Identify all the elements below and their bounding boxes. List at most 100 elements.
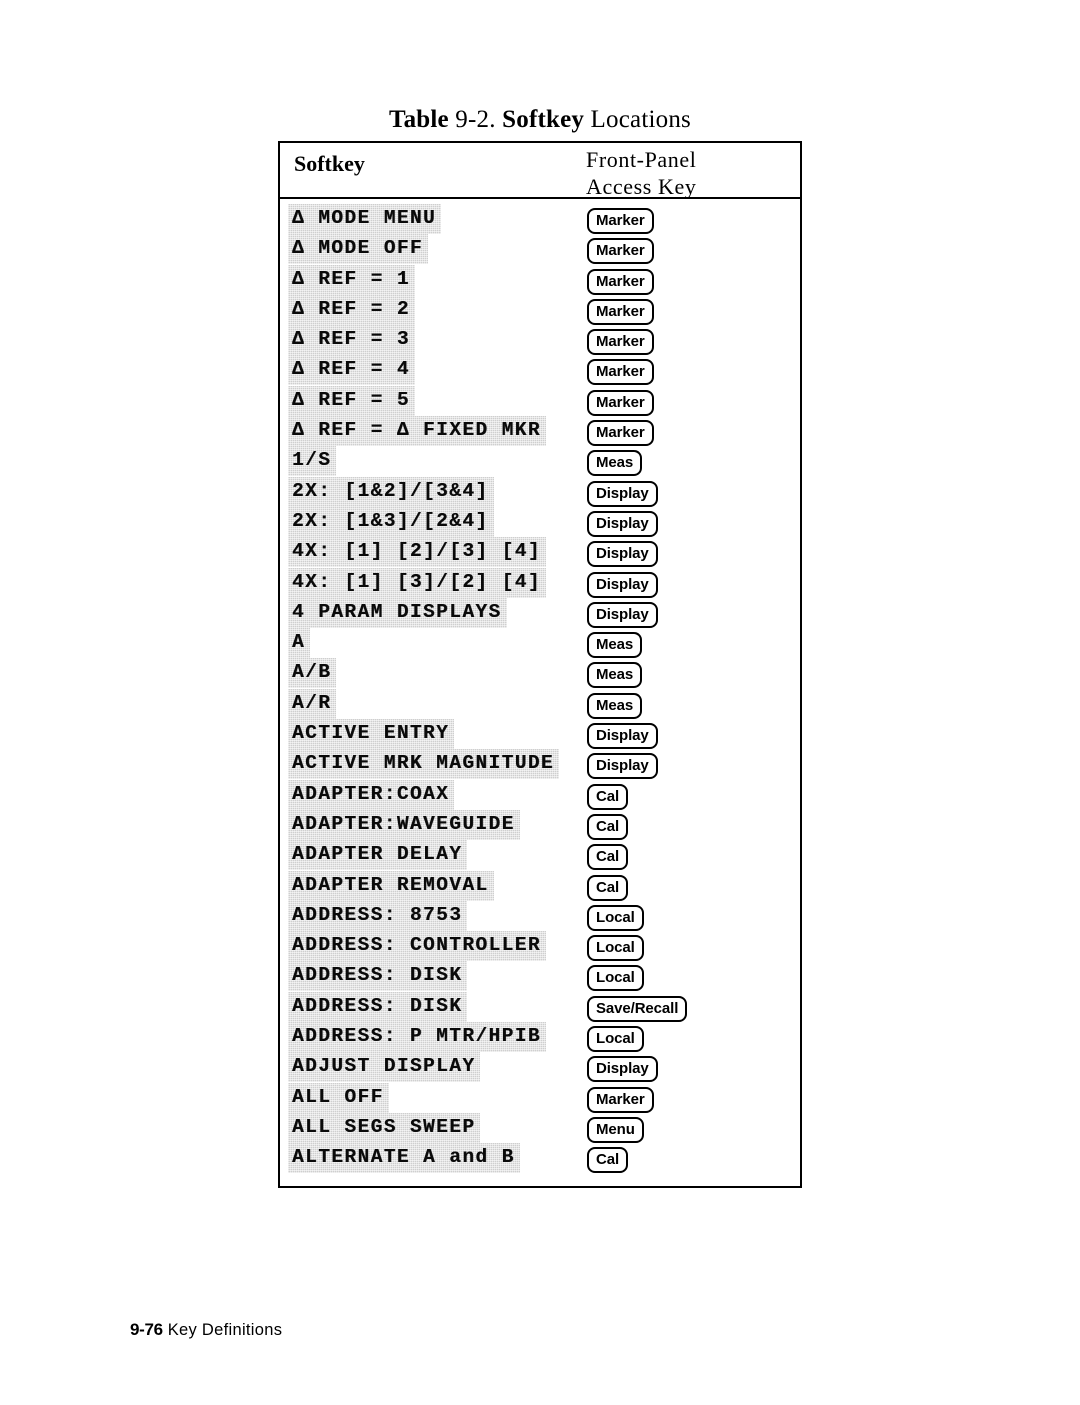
softkey-label[interactable]: Δ REF = 1 xyxy=(288,265,415,295)
softkey-cell: ADDRESS: DISK xyxy=(288,961,467,991)
access-key-cell: Meas xyxy=(587,450,643,477)
softkey-label[interactable]: 2X: [1&3]/[2&4] xyxy=(288,507,494,537)
softkey-label[interactable]: ADDRESS: DISK xyxy=(288,961,467,991)
front-panel-key-button[interactable]: Marker xyxy=(587,329,654,356)
softkey-label[interactable]: ADAPTER DELAY xyxy=(288,840,467,870)
softkey-label[interactable]: Δ MODE MENU xyxy=(288,204,441,234)
softkey-label[interactable]: ADAPTER:COAX xyxy=(288,780,454,810)
table-row: 2X: [1&2]/[3&4] Display xyxy=(280,477,800,507)
softkey-cell: ALL SEGS SWEEP xyxy=(288,1113,480,1143)
front-panel-key-button[interactable]: Display xyxy=(587,571,658,598)
softkey-label[interactable]: ADDRESS: DISK xyxy=(288,992,467,1022)
front-panel-key-button[interactable]: Marker xyxy=(587,298,654,325)
softkey-label[interactable]: 2X: [1&2]/[3&4] xyxy=(288,477,494,507)
softkey-label[interactable]: Δ MODE OFF xyxy=(288,234,428,264)
softkey-label[interactable]: Δ REF = Δ FIXED MKR xyxy=(288,416,546,446)
softkey-cell: ACTIVE ENTRY xyxy=(288,719,454,749)
front-panel-key-button[interactable]: Local xyxy=(587,904,644,931)
front-panel-key-button[interactable]: Cal xyxy=(587,783,629,810)
softkey-label[interactable]: 4 PARAM DISPLAYS xyxy=(288,598,507,628)
softkey-label[interactable]: ADAPTER:WAVEGUIDE xyxy=(288,810,520,840)
table-row: Δ REF = 4 Marker xyxy=(280,355,800,386)
front-panel-key-button[interactable]: Cal xyxy=(587,844,629,871)
access-key-cell: Marker xyxy=(587,298,654,325)
softkey-label[interactable]: 4X: [1] [3]/[2] [4] xyxy=(288,568,546,598)
softkey-label[interactable]: Δ REF = 5 xyxy=(288,386,415,416)
front-panel-key-button[interactable]: Cal xyxy=(587,1147,629,1174)
table-row: ADAPTER REMOVAL Cal xyxy=(280,871,800,901)
front-panel-key-button[interactable]: Display xyxy=(587,753,658,780)
softkey-label[interactable]: ADDRESS: CONTROLLER xyxy=(288,931,546,961)
softkey-label[interactable]: 1/S xyxy=(288,446,336,476)
softkey-label[interactable]: A xyxy=(288,628,310,658)
access-key-cell: Display xyxy=(587,753,658,780)
softkey-label[interactable]: ALTERNATE A and B xyxy=(288,1143,520,1173)
softkey-label[interactable]: ACTIVE MRK MAGNITUDE xyxy=(288,749,559,779)
access-key-cell: Display xyxy=(587,510,658,537)
front-panel-key-button[interactable]: Display xyxy=(587,510,658,537)
front-panel-key-button[interactable]: Menu xyxy=(587,1116,644,1143)
softkey-label[interactable]: 4X: [1] [2]/[3] [4] xyxy=(288,537,546,567)
table-row: 4X: [1] [2]/[3] [4] Display xyxy=(280,537,800,568)
front-panel-key-button[interactable]: Marker xyxy=(587,420,654,447)
table-row: A/R Meas xyxy=(280,689,800,719)
front-panel-key-button[interactable]: Display xyxy=(587,541,658,568)
table-row: Δ MODE MENU Marker xyxy=(280,204,800,234)
access-key-cell: Cal xyxy=(587,844,629,871)
front-panel-key-button[interactable]: Meas xyxy=(587,450,643,477)
table-row: Δ REF = 3 Marker xyxy=(280,325,800,356)
front-panel-key-button[interactable]: Display xyxy=(587,1056,658,1083)
front-panel-key-button[interactable]: Cal xyxy=(587,813,629,840)
access-key-cell: Cal xyxy=(587,813,629,840)
front-panel-key-button[interactable]: Local xyxy=(587,1026,644,1053)
table-row: Δ REF = 1 Marker xyxy=(280,265,800,295)
front-panel-key-button[interactable]: Meas xyxy=(587,662,643,689)
softkey-cell: Δ REF = 4 xyxy=(288,355,415,385)
softkey-label[interactable]: Δ REF = 2 xyxy=(288,295,415,325)
softkey-label[interactable]: ADDRESS: P MTR/HPIB xyxy=(288,1022,546,1052)
softkey-cell: Δ REF = 3 xyxy=(288,325,415,355)
front-panel-key-button[interactable]: Marker xyxy=(587,268,654,295)
softkey-label[interactable]: ADDRESS: 8753 xyxy=(288,901,467,931)
softkey-cell: 2X: [1&3]/[2&4] xyxy=(288,507,494,537)
softkey-label[interactable]: ADAPTER REMOVAL xyxy=(288,871,494,901)
front-panel-key-button[interactable]: Marker xyxy=(587,389,654,416)
softkey-label[interactable]: ALL OFF xyxy=(288,1083,389,1113)
softkey-cell: Δ MODE OFF xyxy=(288,234,428,264)
softkey-label[interactable]: ADJUST DISPLAY xyxy=(288,1052,480,1082)
front-panel-key-button[interactable]: Marker xyxy=(587,238,654,265)
front-panel-key-button[interactable]: Marker xyxy=(587,359,654,386)
front-panel-key-button[interactable]: Save/Recall xyxy=(587,995,688,1022)
front-panel-key-button[interactable]: Local xyxy=(587,935,644,962)
front-panel-key-button[interactable]: Meas xyxy=(587,692,643,719)
access-key-cell: Local xyxy=(587,1026,644,1053)
softkey-cell: ACTIVE MRK MAGNITUDE xyxy=(288,749,559,779)
softkey-label[interactable]: ALL SEGS SWEEP xyxy=(288,1113,480,1143)
softkey-label[interactable]: A/R xyxy=(288,689,336,719)
table-row: A Meas xyxy=(280,628,800,659)
access-key-cell: Marker xyxy=(587,420,654,447)
front-panel-key-button[interactable]: Meas xyxy=(587,632,643,659)
softkey-label[interactable]: Δ REF = 3 xyxy=(288,325,415,355)
access-key-cell: Display xyxy=(587,723,658,750)
access-key-cell: Marker xyxy=(587,1086,654,1113)
softkey-cell: ADJUST DISPLAY xyxy=(288,1052,480,1082)
front-panel-key-button[interactable]: Cal xyxy=(587,874,629,901)
document-page: Table 9-2. Softkey Locations Softkey Fro… xyxy=(0,0,1080,1405)
footer-page-number: 9-76 xyxy=(130,1320,163,1339)
softkey-label[interactable]: Δ REF = 4 xyxy=(288,355,415,385)
table-row: Δ MODE OFF Marker xyxy=(280,234,800,265)
softkey-cell: A/R xyxy=(288,689,336,719)
front-panel-key-button[interactable]: Marker xyxy=(587,208,654,234)
softkey-label[interactable]: A/B xyxy=(288,658,336,688)
front-panel-key-button[interactable]: Display xyxy=(587,480,658,507)
front-panel-key-button[interactable]: Display xyxy=(587,601,658,628)
front-panel-key-button[interactable]: Local xyxy=(587,965,644,992)
column-header-access-key-line1: Front-Panel xyxy=(586,147,697,172)
table-row: 2X: [1&3]/[2&4] Display xyxy=(280,507,800,537)
front-panel-key-button[interactable]: Display xyxy=(587,723,658,750)
front-panel-key-button[interactable]: Marker xyxy=(587,1086,654,1113)
softkey-label[interactable]: ACTIVE ENTRY xyxy=(288,719,454,749)
access-key-cell: Cal xyxy=(587,874,629,901)
table-row: Δ REF = 2 Marker xyxy=(280,295,800,325)
